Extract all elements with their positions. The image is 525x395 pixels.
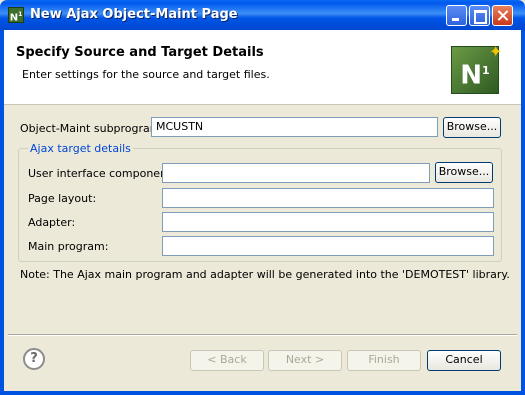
help-icon[interactable]: ? <box>23 348 45 370</box>
main-program-label: Main program: <box>28 240 109 253</box>
logo-superscript: 1 <box>482 64 490 77</box>
star-icon: ✦ <box>489 42 503 61</box>
wizard-header: Specify Source and Target Details Enter … <box>4 30 521 105</box>
title-bar[interactable]: N1 New Ajax Object-Maint Page <box>0 0 525 30</box>
ui-component-field[interactable] <box>162 163 430 183</box>
next-button[interactable]: Next > <box>268 350 342 371</box>
logo-letter: N <box>460 60 483 91</box>
group-title: Ajax target details <box>28 142 133 155</box>
wizard-window: N1 New Ajax Object-Maint Page Specify So… <box>0 0 525 395</box>
close-button[interactable] <box>492 5 513 26</box>
subprogram-label: Object-Maint subprogram: <box>20 122 165 135</box>
page-layout-label: Page layout: <box>28 192 97 205</box>
browse-subprogram-button[interactable]: Browse... <box>443 117 501 138</box>
page-description: Enter settings for the source and target… <box>22 68 270 81</box>
natural-app-icon: N1 <box>8 7 24 23</box>
minimize-button[interactable] <box>446 5 467 26</box>
footer-separator <box>8 334 517 336</box>
main-program-field[interactable] <box>162 236 494 256</box>
browse-ui-component-button[interactable]: Browse... <box>435 162 493 183</box>
back-button[interactable]: < Back <box>190 350 264 371</box>
generation-note: Note: The Ajax main program and adapter … <box>20 268 510 281</box>
window-frame-bottom <box>0 391 525 395</box>
page-title: Specify Source and Target Details <box>16 45 264 60</box>
ui-component-label: User interface component: <box>28 167 176 180</box>
maximize-button[interactable] <box>469 5 490 26</box>
window-title: New Ajax Object-Maint Page <box>30 7 238 22</box>
subprogram-field[interactable]: MCUSTN <box>151 117 438 137</box>
adapter-field[interactable] <box>162 212 494 232</box>
window-frame-right <box>521 30 525 395</box>
adapter-label: Adapter: <box>28 216 76 229</box>
finish-button[interactable]: Finish <box>347 350 421 371</box>
page-layout-field[interactable] <box>162 188 494 208</box>
cancel-button[interactable]: Cancel <box>427 350 501 371</box>
